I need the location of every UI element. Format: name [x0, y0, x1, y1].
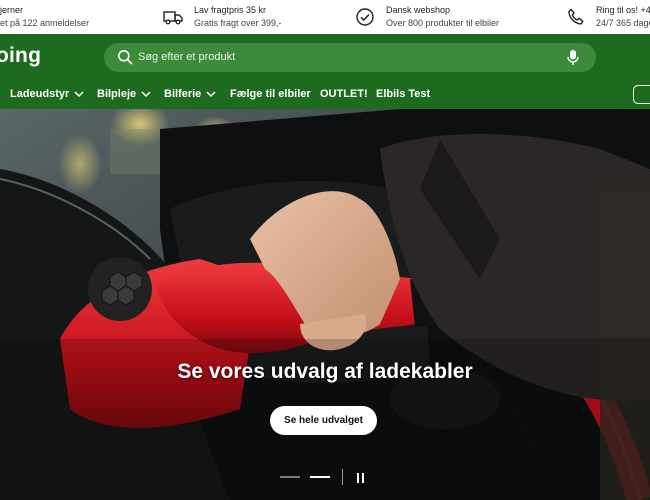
usp-webshop-title: Dansk webshop — [386, 5, 451, 15]
nav-item-faelge[interactable]: Fælge til elbiler — [230, 88, 311, 100]
hero-title: Se vores udvalg af ladekabler — [177, 360, 473, 383]
nav-item-bilpleje[interactable]: Bilpleje — [97, 88, 151, 100]
hero-cta-button[interactable]: Se hele udvalget — [270, 406, 377, 435]
check-circle-icon — [356, 8, 374, 26]
nav-item-label: Fælge til elbiler — [230, 88, 311, 100]
nav-item-label: OUTLET! — [320, 88, 368, 100]
microphone-icon[interactable] — [566, 49, 580, 66]
nav-item-bilferie[interactable]: Bilferie — [164, 88, 216, 100]
nav-cut-off-button[interactable] — [633, 85, 650, 104]
nav-item-ladeudstyr[interactable]: Ladeudstyr — [10, 88, 84, 100]
usp-webshop-subtitle: Over 800 produkter til elbiler — [386, 18, 500, 28]
site-header: oing Søg efter et produkt — [0, 34, 650, 82]
usp-rating-title: jerner — [0, 5, 24, 15]
phone-icon — [568, 8, 584, 25]
slide-indicator-2[interactable] — [310, 476, 330, 478]
nav-item-label: Ladeudstyr — [10, 88, 70, 100]
search-bar[interactable]: Søg efter et produkt — [104, 43, 596, 72]
usp-bar: jerner et på 122 anmeldelser Lav fragtpr… — [0, 0, 650, 34]
hero-image — [0, 109, 650, 500]
usp-shipping-subtitle: Gratis fragt over 399,- — [194, 18, 282, 28]
chevron-down-icon — [74, 90, 84, 97]
chevron-down-icon — [206, 90, 216, 97]
usp-phone-title: Ring til os! +4 — [596, 5, 650, 15]
nav-item-label: Bilpleje — [97, 88, 137, 100]
slide-indicator-separator — [342, 469, 343, 485]
usp-shipping-title: Lav fragtpris 35 kr — [194, 5, 267, 15]
truck-icon — [163, 11, 183, 25]
usp-phone-subtitle: 24/7 365 dage — [596, 18, 650, 28]
site-logo[interactable]: oing — [0, 44, 41, 68]
nav-item-label: Elbils Test — [376, 88, 431, 100]
pause-icon[interactable] — [356, 473, 366, 483]
usp-rating-subtitle: et på 122 anmeldelser — [0, 18, 90, 28]
slide-indicator-1[interactable] — [280, 476, 300, 478]
search-input[interactable]: Søg efter et produkt — [138, 51, 235, 63]
nav-item-label: Bilferie — [164, 88, 202, 100]
hero-banner: Se vores udvalg af ladekabler Se hele ud… — [0, 109, 650, 500]
search-icon — [118, 50, 133, 65]
nav-item-outlet[interactable]: OUTLET! — [320, 88, 368, 100]
nav-item-elbils-test[interactable]: Elbils Test — [376, 88, 430, 100]
main-nav: Ladeudstyr Bilpleje Bilferie Fælge til e… — [0, 82, 650, 109]
chevron-down-icon — [141, 90, 151, 97]
